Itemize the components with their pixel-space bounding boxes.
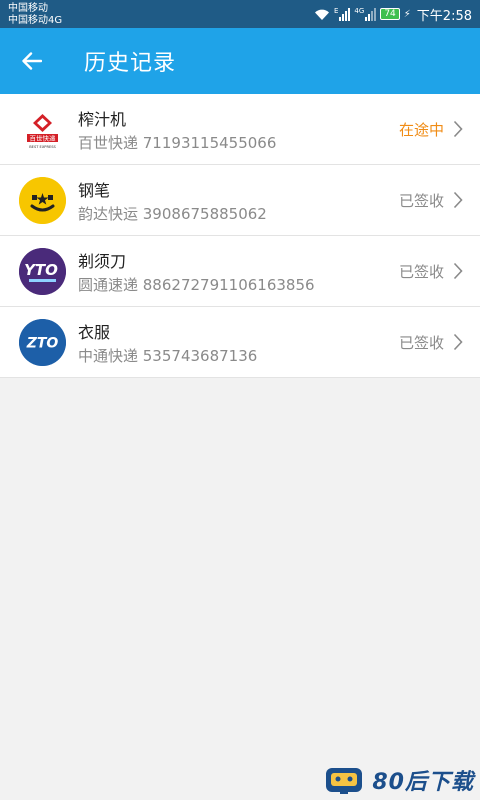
yto-logo: YTO xyxy=(19,248,66,295)
chevron-right-icon xyxy=(453,191,463,209)
zto-logo-text: ZTO xyxy=(26,336,59,352)
yto-logo-text: YTO xyxy=(24,261,58,279)
best-express-logo: 百世快递 BEST EXPRESS xyxy=(19,106,66,153)
item-status: 在途中 xyxy=(398,121,444,139)
charging-icon: ⚡ xyxy=(403,8,411,20)
robot-logo-icon xyxy=(326,768,363,794)
arrow-left-icon xyxy=(22,52,42,70)
page-title: 历史记录 xyxy=(84,51,177,76)
chevron-right-icon xyxy=(453,333,463,351)
status-icons: E 4G 74 ⚡ 下午2:58 xyxy=(314,4,472,24)
wifi-icon xyxy=(314,9,329,20)
best-logo-text: 百世快递 xyxy=(30,134,57,143)
carrier-label-2: 中国移动4G xyxy=(8,15,63,26)
yunda-logo xyxy=(19,177,66,224)
history-item[interactable]: YTO 剃须刀 圆通速递 886272791106163856 已签收 xyxy=(0,236,480,307)
item-status: 已签收 xyxy=(398,263,444,281)
best-logo-subtext: BEST EXPRESS xyxy=(29,145,56,149)
item-name: 钢笔 xyxy=(78,181,111,200)
chevron-right-icon xyxy=(453,120,463,138)
item-name: 剃须刀 xyxy=(78,252,127,271)
item-tracking: 百世快递 71193115455066 xyxy=(78,134,277,152)
app-bar: 历史记录 xyxy=(0,28,480,94)
item-name: 衣服 xyxy=(78,323,111,342)
clock: 下午2:58 xyxy=(416,8,472,24)
watermark: 80后下载 xyxy=(324,762,474,798)
history-item[interactable]: ZTO 衣服 中通快递 535743687136 已签收 xyxy=(0,307,480,378)
battery-icon: 74 xyxy=(380,8,400,20)
history-item[interactable]: 百世快递 BEST EXPRESS 榨汁机 百世快递 7119311545506… xyxy=(0,94,480,165)
history-item[interactable]: 钢笔 韵达快运 3908675885062 已签收 xyxy=(0,165,480,236)
item-tracking: 韵达快运 3908675885062 xyxy=(78,205,267,223)
item-status: 已签收 xyxy=(398,192,444,210)
item-tracking: 中通快递 535743687136 xyxy=(78,347,258,365)
history-list: 百世快递 BEST EXPRESS 榨汁机 百世快递 7119311545506… xyxy=(0,94,480,378)
item-name: 榨汁机 xyxy=(78,110,127,129)
carrier-label-1: 中国移动 xyxy=(8,3,48,14)
back-button[interactable] xyxy=(14,44,50,78)
status-bar: 中国移动 中国移动4G E 4G 74 ⚡ 下午2:58 xyxy=(0,0,480,28)
watermark-text: 80后下载 xyxy=(372,770,474,795)
item-status: 已签收 xyxy=(398,334,444,352)
zto-logo: ZTO xyxy=(19,319,66,366)
item-tracking: 圆通速递 886272791106163856 xyxy=(78,276,315,294)
signal-icon-2: 4G xyxy=(354,7,377,21)
chevron-right-icon xyxy=(453,262,463,280)
signal-icon-1: E xyxy=(334,7,351,21)
